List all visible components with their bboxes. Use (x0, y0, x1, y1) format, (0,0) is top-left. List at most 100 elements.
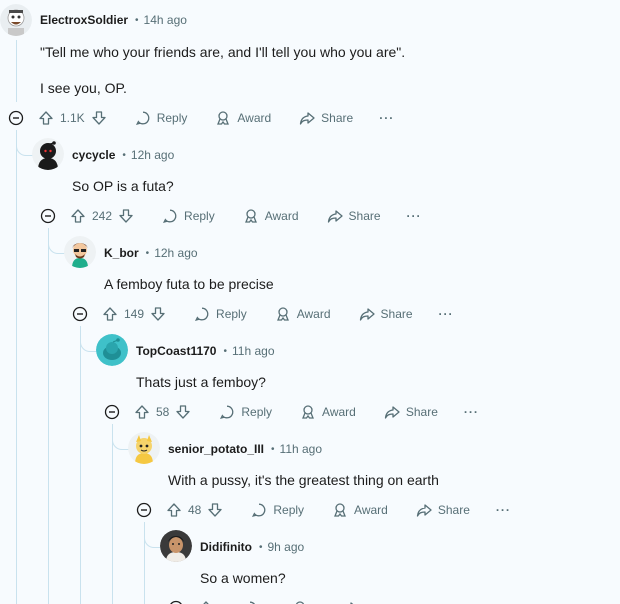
share-icon (342, 600, 364, 604)
avatar[interactable] (0, 4, 32, 36)
vote-group: 58 (134, 404, 191, 420)
upvote-icon[interactable] (102, 306, 118, 322)
timestamp[interactable]: 12h ago (154, 244, 197, 262)
vote-score: 1.1K (60, 111, 85, 125)
vote-group: 1.1K (38, 110, 107, 126)
thread-line-1[interactable] (48, 228, 49, 604)
reply-label: Reply (184, 209, 215, 223)
share-icon (327, 208, 349, 224)
comment-text: I see you, OP. (40, 80, 127, 96)
reply-button[interactable]: Reply (251, 502, 304, 518)
comment-text: So a women? (200, 570, 286, 586)
reply-label: Reply (216, 307, 247, 321)
collapse-icon[interactable] (136, 502, 152, 518)
author-link[interactable]: ElectroxSoldier (40, 11, 128, 29)
more-options-button[interactable]: ··· (379, 111, 394, 125)
share-button[interactable]: Share (359, 306, 413, 322)
timestamp[interactable]: 14h ago (144, 11, 187, 29)
author-link[interactable]: TopCoast1170 (136, 342, 216, 360)
avatar[interactable] (32, 138, 64, 170)
comment-text: "Tell me who your friends are, and I'll … (40, 44, 406, 60)
share-icon (416, 502, 438, 518)
reply-button[interactable]: Reply (219, 404, 272, 420)
downvote-icon[interactable] (118, 208, 134, 224)
award-button[interactable]: Award (275, 306, 331, 322)
comment-actions: 149 Reply Award Share ··· (72, 302, 454, 326)
avatar[interactable] (128, 432, 160, 464)
author-link[interactable]: cycycle (72, 146, 115, 164)
separator-dot: • (135, 15, 139, 26)
separator-dot: • (223, 346, 227, 357)
downvote-icon[interactable] (207, 502, 223, 518)
comment-meta: cycycle • 12h ago (72, 146, 174, 164)
share-label: Share (437, 503, 470, 517)
share-label: Share (380, 307, 413, 321)
comment-meta: ElectroxSoldier • 14h ago (40, 11, 187, 29)
downvote-icon[interactable] (91, 110, 107, 126)
thread-line-3[interactable] (112, 424, 113, 604)
share-button[interactable]: Share (327, 208, 381, 224)
avatar[interactable] (64, 236, 96, 268)
downvote-icon[interactable] (175, 404, 191, 420)
award-icon (300, 404, 322, 420)
upvote-icon[interactable] (134, 404, 150, 420)
vote-group: 242 (70, 208, 134, 224)
reply-button[interactable] (242, 600, 264, 604)
avatar[interactable] (160, 530, 192, 562)
share-icon (359, 306, 381, 322)
share-button[interactable]: Share (299, 110, 353, 126)
vote-group (198, 600, 214, 604)
award-button[interactable]: Award (215, 110, 271, 126)
timestamp[interactable]: 11h ago (280, 440, 323, 458)
reply-button[interactable]: Reply (194, 306, 247, 322)
thread-line-2[interactable] (80, 326, 81, 604)
award-button[interactable] (292, 600, 314, 604)
share-button[interactable]: Share (384, 404, 438, 420)
share-button[interactable]: Share (416, 502, 470, 518)
more-options-button[interactable]: ··· (496, 503, 511, 517)
award-label: Award (237, 111, 272, 125)
collapse-icon[interactable] (8, 110, 24, 126)
award-button[interactable]: Award (300, 404, 356, 420)
share-label: Share (405, 405, 438, 419)
downvote-icon[interactable] (150, 306, 166, 322)
upvote-icon[interactable] (38, 110, 54, 126)
share-label: Share (348, 209, 381, 223)
vote-score: 48 (188, 503, 202, 517)
vote-group: 48 (166, 502, 223, 518)
author-link[interactable]: senior_potato_III (168, 440, 264, 458)
collapse-icon[interactable] (104, 404, 120, 420)
vote-score: 58 (156, 405, 170, 419)
reply-button[interactable]: Reply (162, 208, 215, 224)
award-button[interactable]: Award (243, 208, 299, 224)
award-icon (215, 110, 237, 126)
timestamp[interactable]: 11h ago (232, 342, 275, 360)
reply-icon (219, 404, 241, 420)
vote-score: 149 (124, 307, 145, 321)
thread-line-0b[interactable] (16, 132, 17, 604)
share-button[interactable] (342, 600, 364, 604)
collapse-icon[interactable] (72, 306, 88, 322)
author-link[interactable]: K_bor (104, 244, 139, 262)
timestamp[interactable]: 9h ago (268, 538, 305, 556)
award-button[interactable]: Award (332, 502, 388, 518)
timestamp[interactable]: 12h ago (131, 146, 174, 164)
reply-button[interactable]: Reply (135, 110, 187, 126)
share-label: Share (321, 111, 354, 125)
more-options-button[interactable]: ··· (464, 405, 479, 419)
author-link[interactable]: Didifinito (200, 538, 252, 556)
thread-line-0[interactable] (16, 40, 17, 102)
upvote-icon[interactable] (166, 502, 182, 518)
comment-text: So OP is a futa? (72, 178, 174, 194)
vote-score: 242 (92, 209, 113, 223)
collapse-icon[interactable] (168, 600, 184, 604)
collapse-icon[interactable] (40, 208, 56, 224)
more-options-button[interactable]: ··· (407, 209, 422, 223)
separator-dot: • (271, 444, 275, 455)
avatar[interactable] (96, 334, 128, 366)
reply-icon (135, 110, 157, 126)
upvote-icon[interactable] (198, 600, 214, 604)
separator-dot: • (258, 542, 263, 553)
upvote-icon[interactable] (70, 208, 86, 224)
more-options-button[interactable]: ··· (439, 307, 454, 321)
